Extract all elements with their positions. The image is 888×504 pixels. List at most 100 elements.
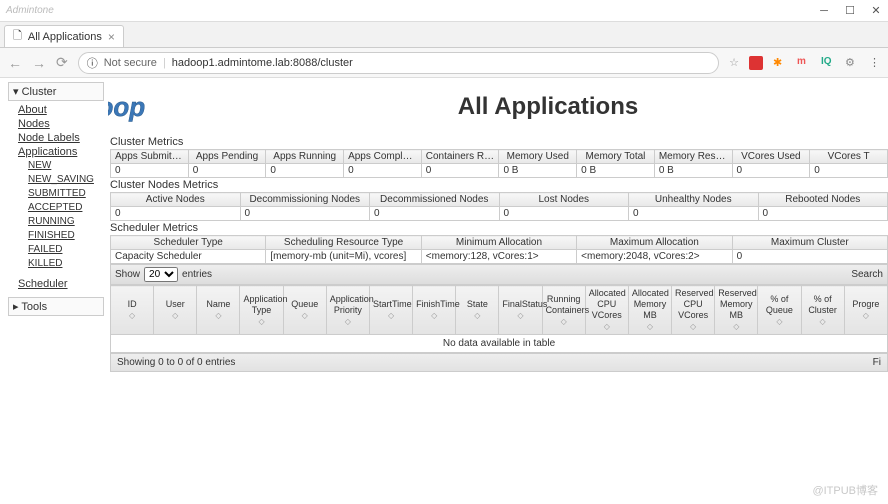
column-header[interactable]: Queue◇ (283, 286, 326, 335)
cell: VCores Used (732, 150, 810, 164)
cell: Decommissioned Nodes (370, 193, 500, 207)
column-header[interactable]: % of Cluster◇ (801, 286, 844, 335)
extension-icons: ✱ m IQ ⚙ ⋮ (749, 56, 880, 70)
sidebar-item-failed[interactable]: FAILED (28, 243, 104, 257)
close-icon[interactable]: ✕ (870, 5, 882, 17)
column-header[interactable]: FinishTime◇ (413, 286, 456, 335)
no-data-message: No data available in table (111, 335, 888, 353)
extension-icon[interactable]: ✱ (773, 56, 787, 70)
cell: Unhealthy Nodes (629, 193, 759, 207)
reload-icon[interactable]: ⟳ (56, 54, 68, 71)
column-header[interactable]: Allocated Memory MB◇ (628, 286, 671, 335)
cell: 0 B (499, 164, 577, 178)
sidebar-item-applications[interactable]: Applications (18, 145, 104, 159)
cluster-metrics-table: Apps SubmittedApps PendingApps RunningAp… (110, 149, 888, 178)
sidebar-item-finished[interactable]: FINISHED (28, 229, 104, 243)
extension-icon[interactable]: IQ (821, 56, 835, 70)
sidebar-item-nodes[interactable]: Nodes (18, 117, 104, 131)
cell: 0 B (577, 164, 655, 178)
entries-select[interactable]: 20 (144, 267, 178, 282)
extension-icon[interactable] (749, 56, 763, 70)
security-label: Not secure (104, 57, 157, 69)
node-metrics-title: Cluster Nodes Metrics (110, 178, 888, 192)
sidebar-item-scheduler[interactable]: Scheduler (18, 277, 104, 291)
address-bar: ← → ⟳ ⓘ Not secure | hadoop1.admintome.l… (0, 48, 888, 78)
cell: 0 (421, 164, 499, 178)
column-header[interactable]: Application Type◇ (240, 286, 283, 335)
sidebar-item-running[interactable]: RUNNING (28, 215, 104, 229)
cell: Maximum Allocation (577, 236, 732, 250)
sidebar-item-killed[interactable]: KILLED (28, 257, 104, 271)
back-icon[interactable]: ← (8, 55, 22, 71)
info-icon: ⓘ (87, 55, 98, 71)
cell: 0 (344, 164, 422, 178)
pagination[interactable]: Fi (873, 357, 881, 368)
cell: Scheduler Type (111, 236, 266, 250)
cell: 0 B (654, 164, 732, 178)
sidebar-item-submitted[interactable]: SUBMITTED (28, 187, 104, 201)
cell: 0 (111, 207, 241, 221)
cell: Apps Pending (188, 150, 266, 164)
table-footer: Showing 0 to 0 of 0 entries Fi (110, 353, 888, 372)
column-header[interactable]: Name◇ (197, 286, 240, 335)
menu-icon[interactable]: ⋮ (869, 56, 880, 69)
star-icon[interactable]: ☆ (729, 56, 739, 69)
cluster-metrics-title: Cluster Metrics (110, 135, 888, 149)
forward-icon[interactable]: → (32, 55, 46, 71)
sidebar: ▾ Cluster About Nodes Node Labels Applic… (0, 78, 108, 504)
scheduler-metrics-table: Scheduler TypeScheduling Resource TypeMi… (110, 235, 888, 264)
tab-title: All Applications (28, 31, 102, 43)
column-header[interactable]: StartTime◇ (369, 286, 412, 335)
column-header[interactable]: Reserved CPU VCores◇ (672, 286, 715, 335)
sidebar-section-tools[interactable]: ▸ Tools (8, 297, 104, 316)
sidebar-item-about[interactable]: About (18, 103, 104, 117)
url-text: hadoop1.admintome.lab:8088/cluster (172, 57, 353, 69)
tab-close-icon[interactable]: × (108, 30, 115, 44)
column-header[interactable]: FinalStatus◇ (499, 286, 542, 335)
page-icon: 🗋 (13, 27, 22, 46)
cell: <memory:2048, vCores:2> (577, 250, 732, 264)
url-input[interactable]: ⓘ Not secure | hadoop1.admintome.lab:808… (78, 52, 719, 74)
sidebar-item-new[interactable]: NEW (28, 159, 104, 173)
minimize-icon[interactable]: ─ (818, 5, 830, 17)
cell: Active Nodes (111, 193, 241, 207)
column-header[interactable]: Running Containers◇ (542, 286, 585, 335)
column-header[interactable]: % of Queue◇ (758, 286, 801, 335)
sidebar-item-newsaving[interactable]: NEW_SAVING (28, 173, 104, 187)
applications-table: ID◇User◇Name◇Application Type◇Queue◇Appl… (110, 285, 888, 353)
svg-text:hadoop: hadoop (108, 92, 145, 122)
cell: Apps Submitted (111, 150, 189, 164)
column-header[interactable]: Application Priority◇ (326, 286, 369, 335)
cell: Containers Running (421, 150, 499, 164)
cell: Maximum Cluster (732, 236, 887, 250)
extension-icon[interactable]: m (797, 56, 811, 70)
cell: 0 (499, 207, 629, 221)
extension-icon[interactable]: ⚙ (845, 56, 859, 70)
column-header[interactable]: ID◇ (111, 286, 154, 335)
watermark: @ITPUB博客 (812, 482, 878, 498)
cell: 0 (629, 207, 759, 221)
maximize-icon[interactable]: ☐ (844, 5, 856, 17)
cell: Minimum Allocation (421, 236, 576, 250)
column-header[interactable]: Allocated CPU VCores◇ (585, 286, 628, 335)
entries-label: entries (182, 269, 212, 280)
scheduler-metrics-title: Scheduler Metrics (110, 221, 888, 235)
node-metrics-table: Active NodesDecommissioning NodesDecommi… (110, 192, 888, 221)
cell: Memory Total (577, 150, 655, 164)
sidebar-item-nodelabels[interactable]: Node Labels (18, 131, 104, 145)
cell: 0 (240, 207, 370, 221)
browser-tab[interactable]: 🗋 All Applications × (4, 25, 124, 47)
cell: Rebooted Nodes (758, 193, 888, 207)
column-header[interactable]: Reserved Memory MB◇ (715, 286, 758, 335)
window-titlebar: Admintone ─ ☐ ✕ (0, 0, 888, 22)
sidebar-section-cluster[interactable]: ▾ Cluster (8, 82, 104, 101)
browser-tabstrip: 🗋 All Applications × (0, 22, 888, 48)
column-header[interactable]: User◇ (154, 286, 197, 335)
cell: 0 (188, 164, 266, 178)
sidebar-item-accepted[interactable]: ACCEPTED (28, 201, 104, 215)
column-header[interactable]: State◇ (456, 286, 499, 335)
table-controls: Show 20 entries Search (110, 264, 888, 285)
column-header[interactable]: Progre◇ (844, 286, 887, 335)
cell: 0 (266, 164, 344, 178)
cell: 0 (111, 164, 189, 178)
